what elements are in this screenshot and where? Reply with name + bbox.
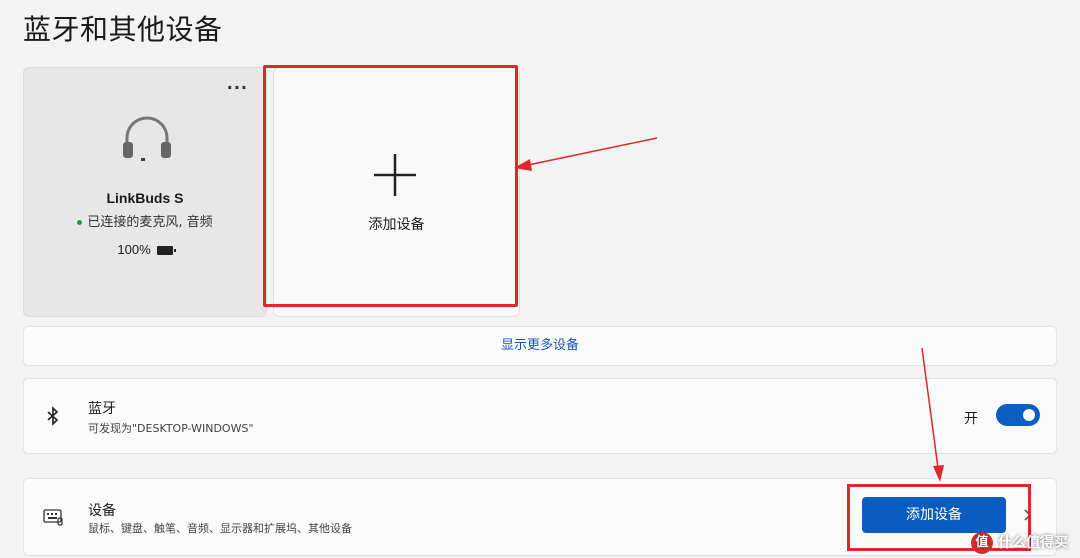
battery-percent: 100% bbox=[117, 242, 151, 257]
bluetooth-title: 蓝牙 bbox=[88, 401, 116, 417]
devices-title: 设备 bbox=[88, 503, 116, 519]
chevron-right-icon[interactable] bbox=[1022, 508, 1032, 522]
bluetooth-toggle[interactable] bbox=[996, 404, 1040, 426]
toggle-knob bbox=[1023, 409, 1035, 421]
show-more-devices-link[interactable]: 显示更多设备 bbox=[23, 326, 1057, 366]
device-name: LinkBuds S bbox=[106, 190, 184, 206]
add-device-card[interactable]: 添加设备 bbox=[273, 67, 520, 317]
keyboard-icon bbox=[43, 509, 63, 526]
device-card-linkbuds[interactable]: ··· LinkBuds S 已连接的麦克风, 音频 100% bbox=[23, 67, 267, 317]
device-status-text: 已连接的麦克风, 音频 bbox=[87, 215, 213, 230]
headphones-icon bbox=[123, 116, 171, 161]
connected-dot-icon bbox=[77, 220, 83, 225]
add-device-card-label: 添加设备 bbox=[368, 217, 425, 233]
watermark: 值什么值得买 bbox=[971, 532, 1068, 554]
bluetooth-subtitle: 可发现为"DESKTOP-WINDOWS" bbox=[88, 422, 254, 435]
bluetooth-toggle-label: 开 bbox=[964, 411, 978, 427]
battery-level: 100% bbox=[24, 242, 266, 257]
plus-icon bbox=[374, 154, 416, 196]
watermark-badge: 值 bbox=[971, 532, 993, 554]
bluetooth-row: 蓝牙 可发现为"DESKTOP-WINDOWS" 开 bbox=[23, 378, 1057, 454]
bluetooth-icon bbox=[47, 406, 59, 426]
device-status: 已连接的麦克风, 音频 bbox=[24, 211, 266, 230]
watermark-text: 什么值得买 bbox=[998, 535, 1068, 551]
more-options-icon[interactable]: ··· bbox=[227, 80, 248, 96]
page-title: 蓝牙和其他设备 bbox=[23, 13, 223, 46]
add-device-button[interactable]: 添加设备 bbox=[862, 497, 1006, 533]
battery-icon bbox=[156, 246, 176, 256]
devices-subtitle: 鼠标、键盘、触笔、音频、显示器和扩展坞、其他设备 bbox=[88, 522, 352, 535]
